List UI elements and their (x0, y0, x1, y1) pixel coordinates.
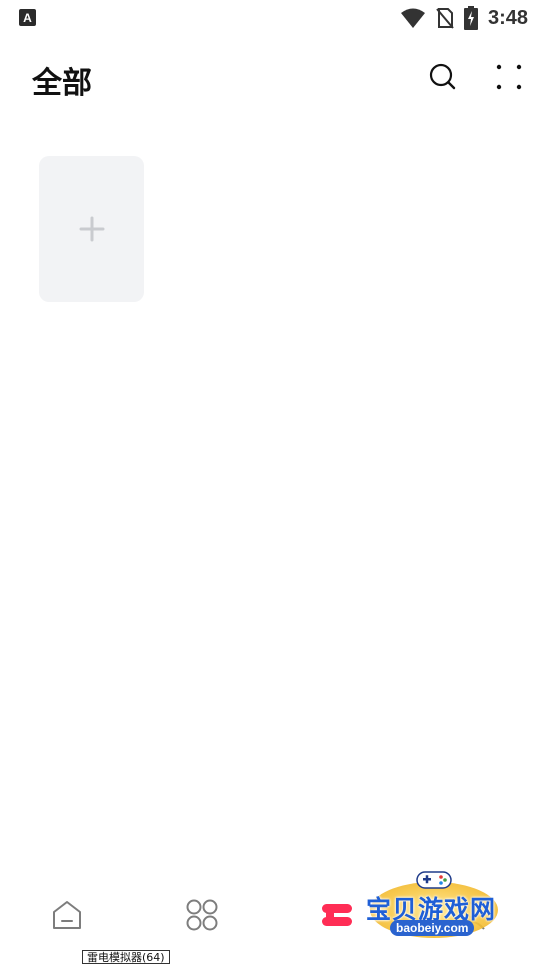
taskbar-tooltip: 雷电模拟器(64) (82, 950, 170, 964)
plus-icon (79, 216, 104, 242)
header: 全部 (0, 48, 540, 108)
status-time: 3:48 (487, 6, 528, 29)
status-bar: A 3:48 (0, 0, 540, 36)
nav-home[interactable] (37, 890, 97, 940)
add-item-card[interactable] (39, 156, 144, 302)
notification-icon-letter: A (23, 10, 32, 25)
search-button[interactable] (428, 62, 458, 92)
dots-grid-icon (496, 64, 522, 90)
nav-apps[interactable] (172, 890, 232, 940)
nav-library[interactable] (307, 890, 367, 940)
battery-charging-icon (463, 6, 478, 30)
watermark-url: baobeiy.com (390, 920, 475, 936)
home-icon (53, 901, 81, 929)
gamepad-icon (416, 871, 452, 889)
keyboard-notification-icon: A (19, 9, 36, 26)
wifi-icon (400, 8, 425, 28)
search-icon (429, 63, 456, 90)
more-options-button[interactable] (494, 62, 524, 92)
apps-grid-icon (186, 899, 218, 931)
no-sim-icon (436, 8, 454, 29)
page-title: 全部 (32, 66, 92, 101)
status-icons: 3:48 (400, 4, 528, 32)
watermark: 宝贝游戏网 baobeiy.com (360, 864, 510, 944)
library-icon (322, 904, 352, 926)
